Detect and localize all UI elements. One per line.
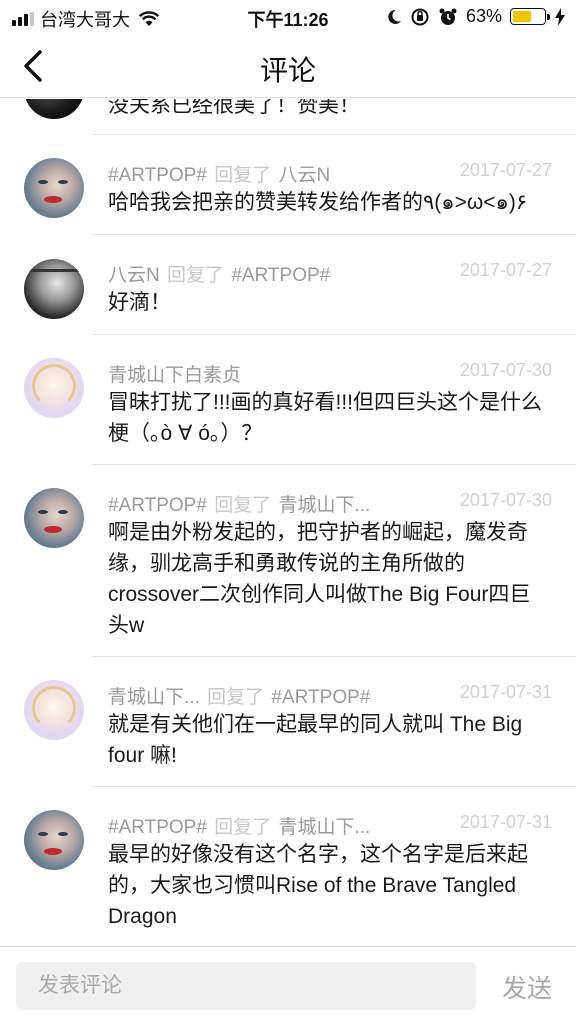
comment-date: 2017-07-27 (459, 260, 552, 280)
avatar[interactable] (24, 810, 84, 870)
page-title: 评论 (259, 55, 316, 86)
send-button[interactable]: 发送 (502, 969, 552, 1005)
comment-date: 2017-07-31 (459, 812, 552, 832)
battery-percent: 63% (465, 6, 502, 26)
avatar[interactable] (24, 358, 84, 418)
comment-text: 最早的好像没有这个名字，这个名字是后来起的，大家也习惯叫Rise of the … (108, 843, 528, 928)
comment-username[interactable]: #ARTPOP# (108, 817, 207, 838)
comment-text: 没关系已经很美了！赞美！ (108, 99, 360, 117)
comment-text: 啊是由外粉发起的，把守护者的崛起，魔发奇缘，驯龙高手和勇敢传说的主角所做的cro… (108, 521, 531, 637)
comment-username[interactable]: #ARTPOP# (108, 165, 207, 186)
reply-to-username[interactable]: 青城山下... (279, 495, 371, 516)
replied-label: 回复了 (207, 687, 265, 708)
status-bar-right: 63% (386, 6, 566, 27)
reply-to-username[interactable]: 青城山下... (279, 817, 371, 838)
replied-label: 回复了 (214, 495, 272, 516)
moon-icon (388, 9, 401, 24)
battery-fill (513, 11, 532, 22)
comment-header: 八云N 回复了 #ARTPOP# 2017-07-27 (108, 260, 552, 288)
comment-item[interactable]: #ARTPOP# 回复了 八云N 2017-07-27 哈哈我会把亲的赞美转发给… (0, 135, 576, 235)
comment-input[interactable] (16, 962, 476, 1010)
comment-date: 2017-07-30 (459, 490, 552, 510)
alarm-icon (439, 8, 457, 25)
comment-username[interactable]: #ARTPOP# (108, 495, 207, 516)
comment-username[interactable]: 青城山下... (108, 687, 200, 708)
comment-item[interactable]: #ARTPOP# 回复了 青城山下... 2017-07-30 啊是由外粉发起的… (0, 465, 576, 657)
avatar[interactable] (24, 488, 84, 548)
comment-item[interactable]: #ARTPOP# 回复了 青城山下... 2017-07-31 最早的好像没有这… (0, 787, 576, 945)
orientation-lock-icon (411, 8, 429, 25)
replied-label: 回复了 (167, 265, 225, 286)
avatar[interactable] (24, 158, 84, 218)
avatar[interactable] (24, 259, 84, 319)
comment-date: 2017-07-31 (459, 682, 552, 702)
comment-header: #ARTPOP# 回复了 青城山下... 2017-07-30 (108, 490, 552, 518)
comment-list[interactable]: 没关系已经很美了！赞美！ #ARTPOP# 回复了 八云N 2017-07-27… (0, 99, 576, 945)
nav-bar: 评论 (0, 34, 576, 98)
comment-username[interactable]: 青城山下白素贞 (108, 365, 241, 386)
comment-header: #ARTPOP# 回复了 青城山下... 2017-07-31 (108, 812, 552, 840)
comment-text: 冒昧打扰了!!!画的真好看!!!但四巨头这个是什么梗（｡ò ∀ ó｡）？ (108, 391, 543, 445)
comment-text: 好滴！ (108, 291, 171, 314)
charging-bolt-icon (555, 7, 565, 26)
comment-date: 2017-07-30 (459, 360, 552, 380)
comment-input-bar: 发送 (0, 946, 576, 1024)
comment-header: 青城山下白素贞 2017-07-30 (108, 360, 552, 388)
comment-item[interactable]: 青城山下... 回复了 #ARTPOP# 2017-07-31 就是有关他们在一… (0, 657, 576, 787)
replied-label: 回复了 (214, 817, 272, 838)
comment-item[interactable]: 八云N 回复了 #ARTPOP# 2017-07-27 好滴！ (0, 235, 576, 335)
comment-item[interactable]: 没关系已经很美了！赞美！ (0, 99, 576, 135)
reply-to-username[interactable]: #ARTPOP# (271, 687, 370, 708)
comment-date: 2017-07-27 (459, 160, 552, 180)
comment-item[interactable]: 青城山下白素贞 2017-07-30 冒昧打扰了!!!画的真好看!!!但四巨头这… (0, 335, 576, 465)
status-bar: 台湾大哥大 下午11:26 63% (0, 0, 576, 34)
battery-icon (510, 8, 550, 25)
avatar[interactable] (24, 99, 84, 119)
reply-to-username[interactable]: 八云N (279, 165, 331, 186)
comment-text: 哈哈我会把亲的赞美转发给作者的٩(๑>ω<๑)۶ (108, 191, 528, 214)
comment-header: 青城山下... 回复了 #ARTPOP# 2017-07-31 (108, 682, 552, 710)
comment-header: #ARTPOP# 回复了 八云N 2017-07-27 (108, 160, 552, 188)
comment-username[interactable]: 八云N (108, 265, 160, 286)
comment-text: 就是有关他们在一起最早的同人就叫 The Big four 嘛! (108, 713, 523, 767)
replied-label: 回复了 (214, 165, 272, 186)
avatar[interactable] (24, 680, 84, 740)
reply-to-username[interactable]: #ARTPOP# (231, 265, 330, 286)
